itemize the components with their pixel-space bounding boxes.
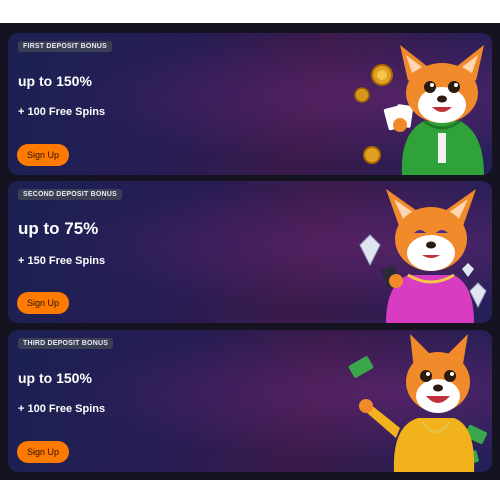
fox-hoodie-coins-illustration: [354, 45, 484, 175]
sign-up-button[interactable]: Sign Up: [17, 292, 69, 314]
sign-up-button[interactable]: Sign Up: [17, 144, 69, 166]
free-spins-text: + 100 Free Spins: [18, 403, 106, 415]
bonus-badge: THIRD DEPOSIT BONUS: [18, 338, 114, 349]
bonus-card-second: SECOND DEPOSIT BONUS up to 75% + 150 Fre…: [8, 181, 492, 323]
free-spins-text: + 100 Free Spins: [18, 106, 106, 118]
bonus-badge: FIRST DEPOSIT BONUS: [18, 41, 112, 52]
fox-tshirt-cash-illustration: [348, 334, 487, 472]
sign-up-button[interactable]: Sign Up: [17, 441, 69, 463]
fox-dress-diamonds-illustration: [359, 189, 487, 323]
bonus-card-first: FIRST DEPOSIT BONUS up to 150% + 100 Fre…: [8, 33, 492, 175]
bonus-badge: SECOND DEPOSIT BONUS: [18, 189, 122, 200]
bonus-amount: up to 75%: [18, 219, 99, 238]
free-spins-text: + 150 Free Spins: [18, 255, 106, 267]
bonus-amount: up to 150%: [18, 73, 92, 89]
bonus-offers-panel: FIRST DEPOSIT BONUS up to 150% + 100 Fre…: [0, 23, 500, 480]
bonus-card-third: THIRD DEPOSIT BONUS up to 150% + 100 Fre…: [8, 330, 492, 472]
bonus-amount: up to 150%: [18, 370, 92, 386]
